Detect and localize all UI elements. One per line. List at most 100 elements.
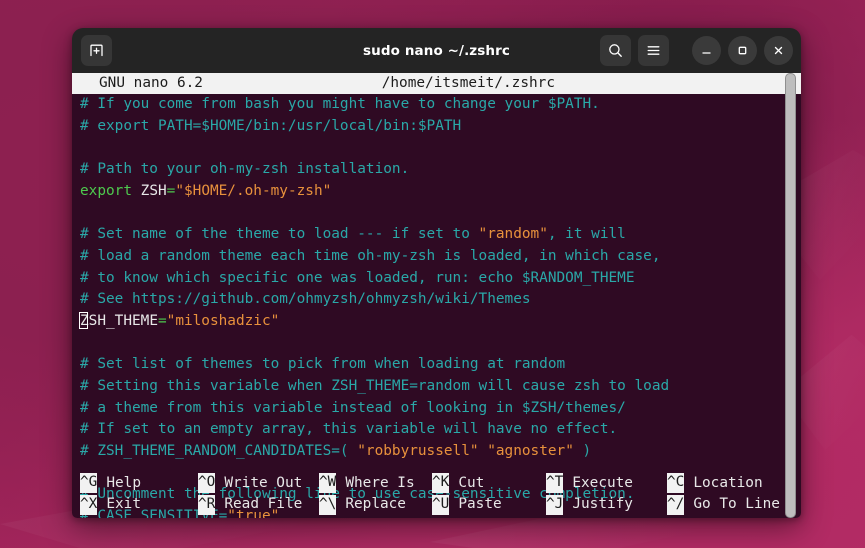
editor-text: # Path to your oh-my-zsh installation.: [80, 161, 409, 177]
shortcut-key: ^/: [667, 495, 684, 515]
shortcut-item[interactable]: ^UPaste: [432, 494, 502, 516]
terminal-window: sudo nano ~/.zshrc: [72, 28, 801, 518]
shortcut-key: ^T: [546, 473, 563, 493]
shortcut-item[interactable]: ^JJustify: [546, 494, 633, 516]
editor-line: # ZSH_THEME_RANDOM_CANDIDATES=( "robbyru…: [80, 441, 801, 463]
editor-line: # See https://github.com/ohmyzsh/ohmyzsh…: [80, 289, 801, 311]
editor-line: # Set list of themes to pick from when l…: [80, 354, 801, 376]
shortcut-key: ^O: [198, 473, 215, 493]
editor-text: ZSH: [141, 183, 167, 199]
shortcut-item[interactable]: ^TExecute: [546, 473, 633, 495]
window-controls: [600, 35, 793, 66]
editor-text: "$HOME/.oh-my-zsh": [175, 183, 331, 199]
shortcut-label: Justify: [563, 494, 633, 516]
maximize-button[interactable]: [728, 36, 757, 65]
editor-text: "random": [479, 226, 548, 242]
scrollbar-thumb[interactable]: [785, 73, 796, 518]
search-button[interactable]: [600, 35, 631, 66]
shortcut-label: Exit: [97, 494, 141, 516]
editor-text: "robbyrussell": [357, 443, 478, 459]
nano-version-label: GNU nano 6.2: [80, 73, 203, 94]
editor-line: # export PATH=$HOME/bin:/usr/local/bin:$…: [80, 116, 801, 138]
shortcut-item[interactable]: ^XExit: [80, 494, 141, 516]
editor-line: # a theme from this variable instead of …: [80, 398, 801, 420]
editor-line: # Path to your oh-my-zsh installation.: [80, 159, 801, 181]
text-cursor: Z: [80, 311, 89, 333]
shortcut-key: ^X: [80, 495, 97, 515]
editor-line: # load a random theme each time oh-my-zs…: [80, 246, 801, 268]
editor-text: # See https://github.com/ohmyzsh/ohmyzsh…: [80, 291, 531, 307]
shortcut-row-primary: ^GHelp ^OWrite Out ^WWhere Is ^KCut ^TExecut…: [72, 473, 801, 495]
shortcut-label: Replace: [336, 494, 406, 516]
editor-text: export: [80, 183, 132, 199]
shortcut-key: ^C: [667, 473, 684, 493]
editor-text: ): [574, 443, 591, 459]
shortcut-key: ^G: [80, 473, 97, 493]
shortcut-item[interactable]: ^CLocation: [667, 473, 763, 495]
hamburger-menu-icon: [645, 42, 662, 59]
shortcut-label: Where Is: [336, 473, 414, 495]
shortcut-label: Location: [684, 473, 762, 495]
window-titlebar: sudo nano ~/.zshrc: [72, 28, 801, 73]
nano-editor-area[interactable]: # If you come from bash you might have t…: [72, 94, 801, 518]
minimize-icon: [699, 43, 714, 58]
shortcut-key: ^U: [432, 495, 449, 515]
shortcut-label: Execute: [563, 473, 633, 495]
shortcut-label: Read File: [215, 494, 302, 516]
shortcut-key: ^R: [198, 495, 215, 515]
nano-file-path: /home/itsmeit/.zshrc: [382, 73, 555, 94]
shortcut-key: ^W: [319, 473, 336, 493]
editor-text: =: [158, 313, 167, 329]
terminal-scrollbar[interactable]: [785, 73, 796, 518]
editor-text: , it will: [548, 226, 626, 242]
shortcut-label: Help: [97, 473, 141, 495]
close-icon: [771, 43, 786, 58]
editor-line: # If set to an empty array, this variabl…: [80, 419, 801, 441]
close-button[interactable]: [764, 36, 793, 65]
shortcut-key: ^J: [546, 495, 563, 515]
search-icon: [607, 42, 624, 59]
shortcut-item[interactable]: ^GHelp: [80, 473, 141, 495]
shortcut-item[interactable]: ^WWhere Is: [319, 473, 415, 495]
shortcut-item[interactable]: ^OWrite Out: [198, 473, 302, 495]
shortcut-key: ^K: [432, 473, 449, 493]
editor-text: # Setting this variable when ZSH_THEME=r…: [80, 378, 669, 394]
editor-line: # Setting this variable when ZSH_THEME=r…: [80, 376, 801, 398]
shortcut-label: Cut: [449, 473, 484, 495]
editor-text: # Set list of themes to pick from when l…: [80, 356, 565, 372]
shortcut-label: Go To Line: [684, 494, 780, 516]
shortcut-item[interactable]: ^/Go To Line: [667, 494, 780, 516]
new-tab-icon: [88, 42, 105, 59]
editor-line: ZSH_THEME="miloshadzic": [80, 311, 801, 333]
menu-button[interactable]: [638, 35, 669, 66]
editor-line: [80, 202, 801, 224]
new-tab-button[interactable]: [81, 35, 112, 66]
shortcut-item[interactable]: ^KCut: [432, 473, 484, 495]
editor-text: # Set name of the theme to load --- if s…: [80, 226, 479, 242]
shortcut-item[interactable]: ^\Replace: [319, 494, 406, 516]
editor-text: # load a random theme each time oh-my-zs…: [80, 248, 660, 264]
editor-text: [479, 443, 488, 459]
shortcut-label: Paste: [449, 494, 501, 516]
minimize-button[interactable]: [692, 36, 721, 65]
editor-text: # If you come from bash you might have t…: [80, 96, 600, 112]
shortcut-item[interactable]: ^RRead File: [198, 494, 302, 516]
editor-text: # a theme from this variable instead of …: [80, 400, 626, 416]
nano-shortcut-bar: ^GHelp ^OWrite Out ^WWhere Is ^KCut ^TExecut…: [72, 473, 801, 516]
editor-text: # export PATH=$HOME/bin:/usr/local/bin:$…: [80, 118, 461, 134]
maximize-icon: [735, 43, 750, 58]
editor-line: [80, 333, 801, 355]
editor-text: # If set to an empty array, this variabl…: [80, 421, 617, 437]
nano-header-bar: GNU nano 6.2 /home/itsmeit/.zshrc: [72, 73, 801, 94]
editor-line: export ZSH="$HOME/.oh-my-zsh": [80, 181, 801, 203]
editor-line: # Set name of the theme to load --- if s…: [80, 224, 801, 246]
editor-text: "agnoster": [487, 443, 574, 459]
shortcut-row-secondary: ^XExit ^RRead File ^\Replace ^UPaste ^JJusti…: [72, 494, 801, 516]
editor-text: "miloshadzic": [167, 313, 280, 329]
editor-line: # If you come from bash you might have t…: [80, 94, 801, 116]
editor-text: SH_THEME: [89, 313, 158, 329]
editor-text: # ZSH_THEME_RANDOM_CANDIDATES=(: [80, 443, 357, 459]
terminal-content[interactable]: GNU nano 6.2 /home/itsmeit/.zshrc # If y…: [72, 73, 801, 518]
editor-text: # to know which specific one was loaded,…: [80, 270, 635, 286]
shortcut-key: ^\: [319, 495, 336, 515]
